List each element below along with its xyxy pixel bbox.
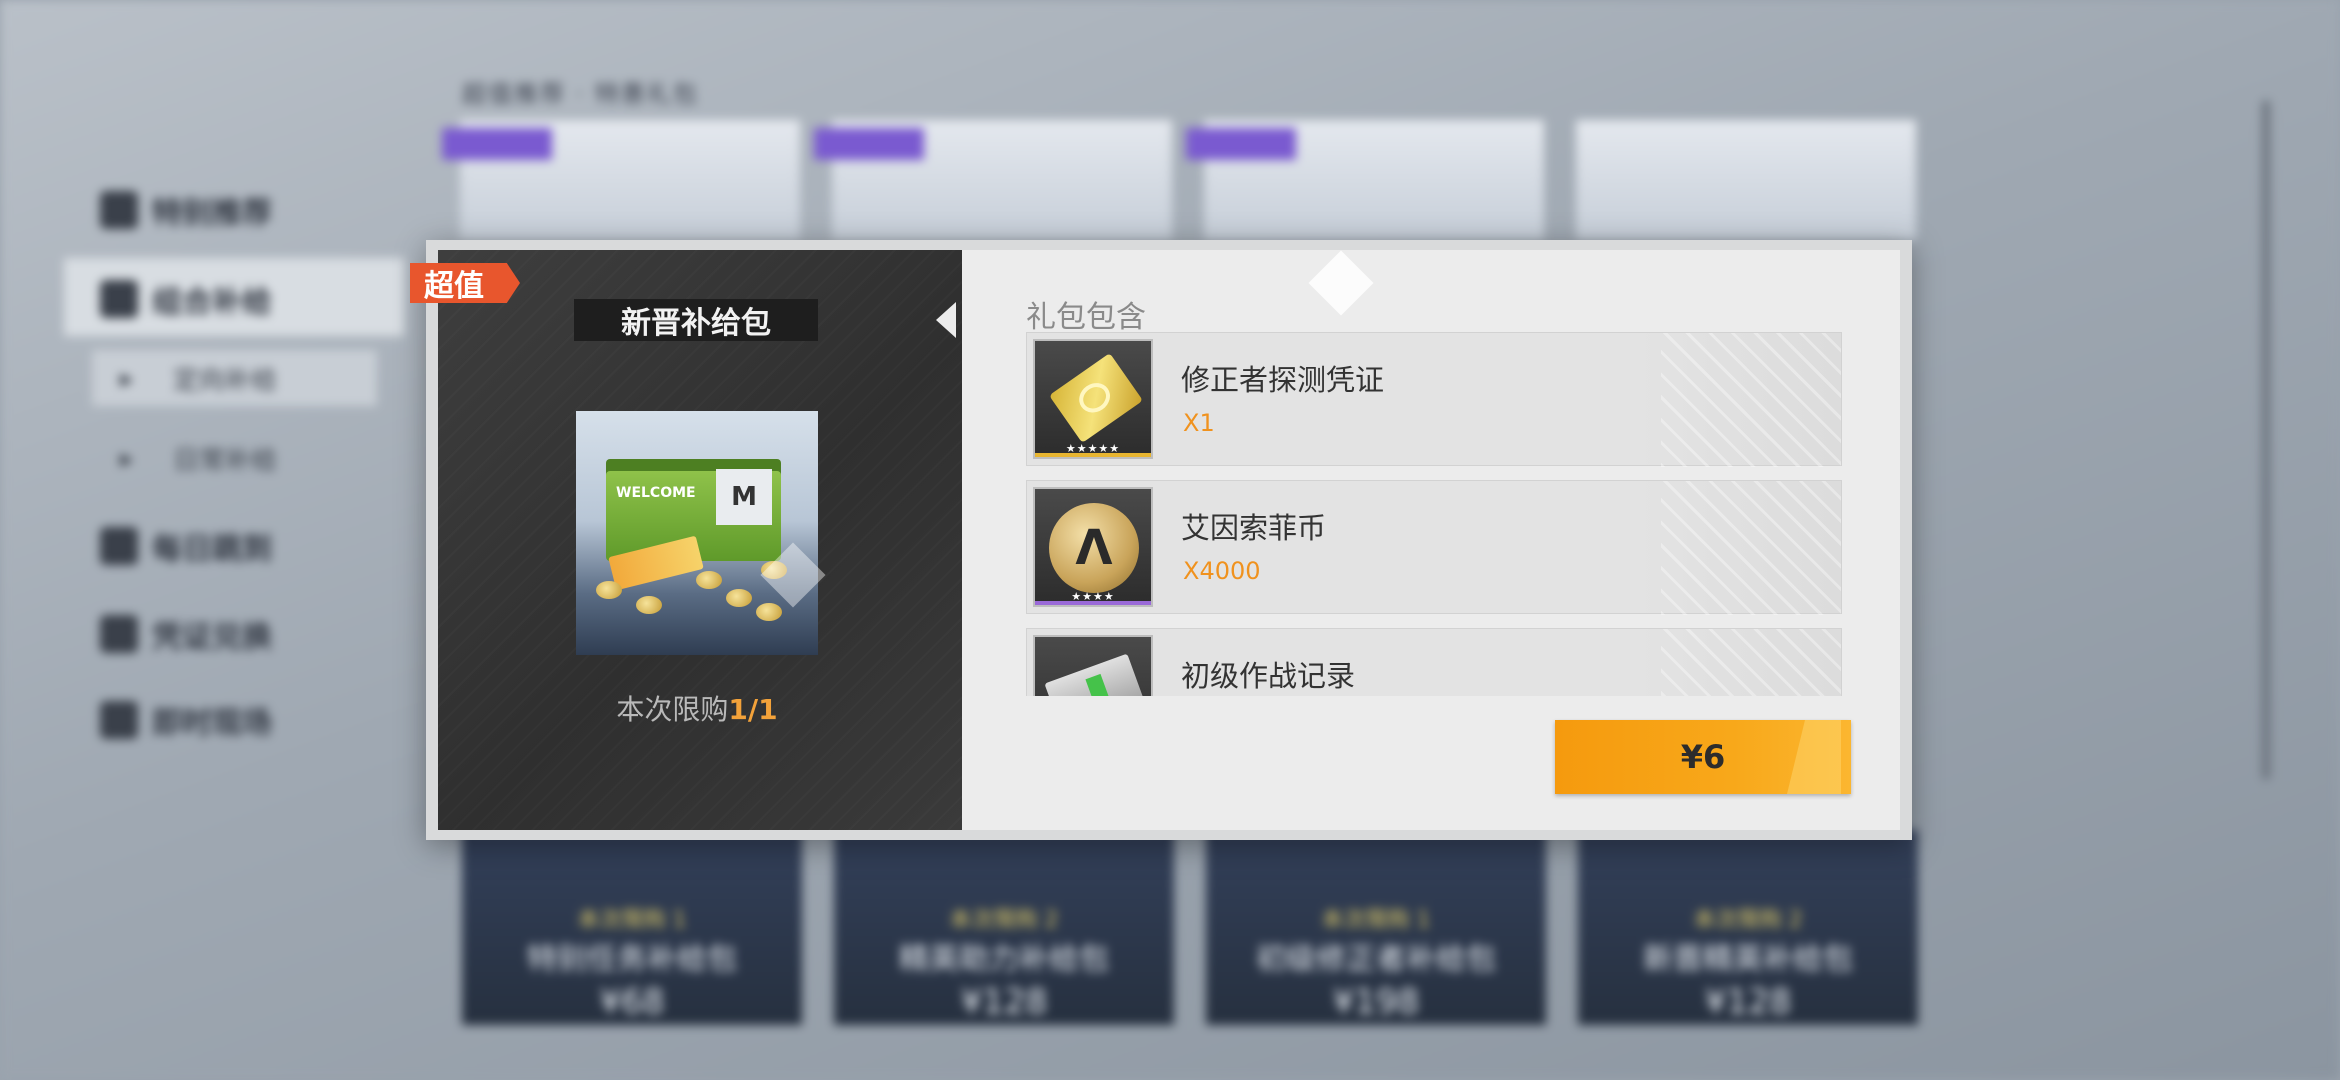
sidebar-item-label: 特别推荐	[152, 196, 272, 231]
item-quantity: X1	[1183, 409, 1215, 437]
coin-icon	[596, 581, 622, 599]
sidebar-item-bundle[interactable]: 组合补给	[100, 277, 272, 321]
sidebar-item-special[interactable]: 特别推荐	[100, 188, 272, 232]
item-icon-frame: Ʌ ★★★★	[1033, 487, 1153, 607]
coin-icon	[696, 571, 722, 589]
case-label: WELCOME	[616, 485, 696, 501]
breadcrumb: 超值推荐 · 特惠礼包	[462, 80, 699, 108]
purchase-button[interactable]: ¥6	[1555, 720, 1851, 794]
pack-image: WELCOME M	[576, 411, 818, 655]
play-icon: ▸	[120, 363, 134, 394]
purchase-limit-label: 本次限购	[616, 693, 729, 726]
item-name: 艾因索菲币	[1181, 511, 1327, 545]
purchase-limit-value: 1/1	[728, 693, 778, 726]
card-tag	[442, 128, 552, 160]
coin-icon	[636, 596, 662, 614]
rarity-bar	[1035, 601, 1151, 605]
item-quantity: X4000	[1183, 557, 1261, 585]
coin-icon	[726, 589, 752, 607]
card-name: 新晋精英补给包	[1643, 942, 1853, 977]
item-icon-frame	[1033, 635, 1153, 696]
card-price: ¥128	[1704, 982, 1792, 1022]
list-item[interactable]: Ʌ ★★★★ 艾因索菲币 X4000	[1026, 480, 1842, 615]
card-tag	[1186, 128, 1296, 160]
shop-card-image[interactable]	[1576, 120, 1916, 240]
list-item[interactable]: 初级作战记录	[1026, 628, 1842, 696]
card-price: ¥128	[960, 982, 1048, 1022]
contents-list[interactable]: ★★★★★ 修正者探测凭证 X1 Ʌ ★★★★ 艾因索菲币 X4000 初级作战…	[1026, 332, 1842, 696]
play-icon: ▸	[120, 443, 134, 474]
record-icon	[1044, 653, 1146, 696]
ticket-icon	[100, 615, 138, 653]
item-icon-frame: ★★★★★	[1033, 339, 1153, 459]
sidebar-subitem-targeted[interactable]: ▸ 定向补给	[120, 360, 277, 397]
card-tag	[814, 128, 924, 160]
sidebar-subitem-label: 日常补给	[173, 446, 278, 476]
panel-notch	[936, 302, 956, 338]
sidebar-item-gift[interactable]: 即时现场	[100, 698, 272, 742]
case-logo: M	[716, 469, 772, 525]
item-name: 修正者探测凭证	[1181, 363, 1385, 397]
ticket-icon	[1049, 353, 1143, 443]
row-pattern	[1661, 481, 1841, 615]
value-badge: 超值	[410, 263, 520, 303]
coin-icon: Ʌ	[1049, 503, 1139, 593]
card-name: 初级修正者补给包	[1256, 942, 1496, 977]
card-price: ¥198	[1332, 982, 1420, 1022]
rarity-bar	[1035, 453, 1151, 457]
card-limit: 本次限购 2	[949, 908, 1059, 933]
contents-heading: 礼包包含	[1026, 300, 1146, 335]
sidebar-subitem-daily[interactable]: ▸ 日常补给	[120, 440, 277, 477]
card-name: 精英助力补给包	[899, 942, 1109, 977]
scrollbar[interactable]	[2262, 100, 2270, 780]
sidebar-item-label: 组合补给	[152, 285, 272, 320]
coin-icon	[756, 603, 782, 621]
card-limit: 本次限购 1	[1321, 908, 1431, 933]
item-name: 初级作战记录	[1181, 659, 1356, 693]
row-pattern	[1661, 629, 1841, 696]
sidebar-item-exchange[interactable]: 凭证兑换	[100, 612, 272, 656]
purchase-limit: 本次限购1/1	[576, 688, 818, 728]
cart-icon	[100, 280, 138, 318]
sidebar-item-label: 每日跳到	[152, 532, 272, 567]
card-limit: 本次限购 1	[577, 908, 687, 933]
sidebar-subitem-label: 定向补给	[173, 366, 278, 396]
card-name: 特别任务补给包	[527, 942, 737, 977]
card-price: ¥68	[599, 982, 665, 1022]
list-item[interactable]: ★★★★★ 修正者探测凭证 X1	[1026, 332, 1842, 467]
sidebar-item-daily[interactable]: 每日跳到	[100, 524, 272, 568]
sidebar-item-label: 即时现场	[152, 706, 272, 741]
sidebar-item-label: 凭证兑换	[152, 620, 272, 655]
gift-icon	[100, 701, 138, 739]
card-limit: 本次限购 2	[1693, 908, 1803, 933]
pack-title: 新晋补给包	[574, 299, 818, 341]
star-icon	[100, 191, 138, 229]
calendar-icon	[100, 527, 138, 565]
row-pattern	[1661, 333, 1841, 467]
